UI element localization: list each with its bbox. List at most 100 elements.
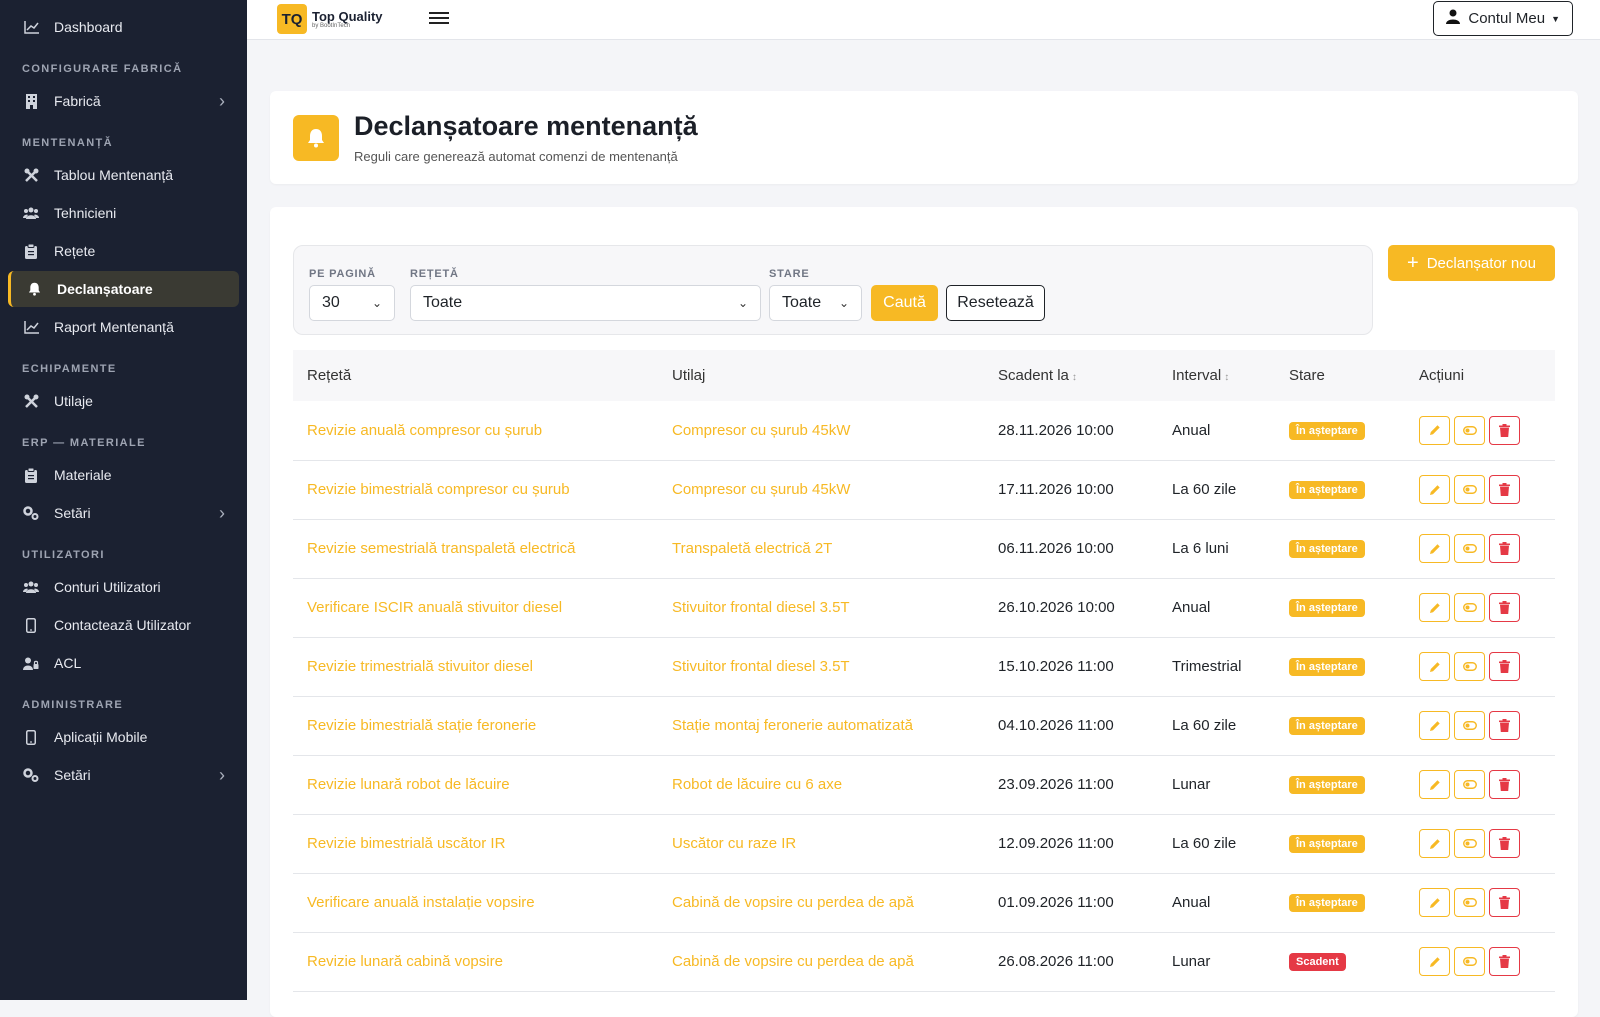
equipment-link[interactable]: Cabină de vopsire cu perdea de apă — [658, 873, 984, 932]
equipment-link[interactable]: Compresor cu șurub 45kW — [658, 401, 984, 460]
toggle-button[interactable] — [1454, 770, 1485, 799]
status-cell: În așteptare — [1275, 401, 1405, 460]
equipment-link[interactable]: Robot de lăcuire cu 6 axe — [658, 755, 984, 814]
toggle-button[interactable] — [1454, 947, 1485, 976]
edit-button[interactable] — [1419, 829, 1450, 858]
sidebar-section-heading: ECHIPAMENTE — [22, 363, 117, 375]
edit-button[interactable] — [1419, 711, 1450, 740]
sidebar-section-heading: UTILIZATORI — [22, 549, 105, 561]
tools-icon — [22, 168, 40, 183]
toggle-button[interactable] — [1454, 711, 1485, 740]
sidebar-item-acl[interactable]: ACL — [8, 645, 239, 681]
status-badge: În așteptare — [1289, 717, 1365, 735]
column-header[interactable]: Scadent la ↕ — [984, 350, 1158, 401]
sidebar-item-materiale[interactable]: Materiale — [8, 457, 239, 493]
recipe-filter-select[interactable]: Toate ⌄ — [410, 285, 761, 321]
toggle-button[interactable] — [1454, 652, 1485, 681]
recipe-link[interactable]: Revizie bimestrială compresor cu șurub — [293, 460, 658, 519]
status-cell: În așteptare — [1275, 873, 1405, 932]
recipe-link[interactable]: Revizie lunară robot de lăcuire — [293, 755, 658, 814]
equipment-link[interactable]: Stivuitor frontal diesel 3.5T — [658, 637, 984, 696]
column-header[interactable]: Interval ↕ — [1158, 350, 1275, 401]
logo-mark: TQ — [277, 4, 307, 34]
toggle-button[interactable] — [1454, 534, 1485, 563]
delete-button[interactable] — [1489, 711, 1520, 740]
sidebar-item-utilaje[interactable]: Utilaje — [8, 383, 239, 419]
delete-button[interactable] — [1489, 475, 1520, 504]
delete-button[interactable] — [1489, 534, 1520, 563]
delete-button[interactable] — [1489, 770, 1520, 799]
edit-button[interactable] — [1419, 770, 1450, 799]
column-header: Utilaj — [658, 350, 984, 401]
recipe-link[interactable]: Revizie bimestrială stație feronerie — [293, 696, 658, 755]
sidebar-item-contacteaza-utilizator[interactable]: Contactează Utilizator — [8, 607, 239, 643]
account-menu-button[interactable]: Contul Meu ▼ — [1433, 1, 1573, 36]
recipe-link[interactable]: Revizie anuală compresor cu șurub — [293, 401, 658, 460]
state-filter-select[interactable]: Toate ⌄ — [769, 285, 862, 321]
equipment-link[interactable]: Compresor cu șurub 45kW — [658, 460, 984, 519]
delete-button[interactable] — [1489, 829, 1520, 858]
sidebar-item-setari[interactable]: Setări › — [8, 757, 239, 793]
chevron-right-icon: › — [219, 90, 225, 111]
recipe-link[interactable]: Revizie trimestrială stivuitor diesel — [293, 637, 658, 696]
app-logo[interactable]: TQ Top Quality by BootInTech — [277, 4, 383, 34]
recipe-link[interactable]: Revizie lunară cabină vopsire — [293, 932, 658, 991]
equipment-link[interactable]: Cabină de vopsire cu perdea de apă — [658, 932, 984, 991]
equipment-link[interactable]: Stație montaj feronerie automatizată — [658, 696, 984, 755]
sidebar-item-fabrica[interactable]: Fabrică › — [8, 83, 239, 119]
sidebar-item-aplicatii-mobile[interactable]: Aplicații Mobile — [8, 719, 239, 755]
delete-button[interactable] — [1489, 947, 1520, 976]
sidebar-item-label: Setări — [54, 505, 91, 521]
delete-button[interactable] — [1489, 593, 1520, 622]
toggle-button[interactable] — [1454, 475, 1485, 504]
chart-line-icon — [22, 20, 40, 34]
delete-button[interactable] — [1489, 415, 1520, 445]
actions-cell — [1405, 873, 1555, 932]
edit-button[interactable] — [1419, 888, 1450, 917]
edit-button[interactable] — [1419, 475, 1450, 504]
hamburger-menu-icon[interactable] — [429, 9, 449, 29]
users-icon — [22, 207, 40, 219]
equipment-link[interactable]: Stivuitor frontal diesel 3.5T — [658, 578, 984, 637]
per-page-select[interactable]: 30 ⌄ — [309, 285, 395, 321]
new-trigger-button[interactable]: + Declanșator nou — [1388, 245, 1555, 281]
toggle-button[interactable] — [1454, 593, 1485, 622]
equipment-link[interactable]: Transpaletă electrică 2T — [658, 519, 984, 578]
delete-button[interactable] — [1489, 652, 1520, 681]
edit-button[interactable] — [1419, 593, 1450, 622]
recipe-link[interactable]: Verificare ISCIR anuală stivuitor diesel — [293, 578, 658, 637]
table-row: Revizie anuală compresor cu șurub Compres… — [293, 401, 1555, 460]
toggle-button[interactable] — [1454, 415, 1485, 445]
sidebar-item-declansatoare[interactable]: Declanșatoare — [8, 271, 239, 307]
sidebar-item-tablou-mentenanta[interactable]: Tablou Mentenanță — [8, 157, 239, 193]
sidebar-item-retete[interactable]: Rețete — [8, 233, 239, 269]
edit-button[interactable] — [1419, 415, 1450, 445]
chart-line-icon — [22, 320, 40, 334]
edit-button[interactable] — [1419, 652, 1450, 681]
due-date-cell: 28.11.2026 10:00 — [998, 421, 1114, 439]
recipe-link[interactable]: Revizie bimestrială uscător IR — [293, 814, 658, 873]
reset-button[interactable]: Resetează — [946, 285, 1045, 321]
sidebar-item-dashboard[interactable]: Dashboard — [8, 9, 239, 45]
clipboard-icon — [22, 243, 40, 259]
toggle-icon — [1462, 485, 1477, 494]
topbar: TQ Top Quality by BootInTech Contul Meu … — [247, 0, 1600, 40]
sidebar-section-heading: CONFIGURARE FABRICĂ — [22, 63, 183, 75]
chevron-down-icon: ⌄ — [838, 296, 849, 310]
sidebar-item-setari[interactable]: Setări › — [8, 495, 239, 531]
edit-button[interactable] — [1419, 534, 1450, 563]
delete-button[interactable] — [1489, 888, 1520, 917]
toggle-button[interactable] — [1454, 829, 1485, 858]
recipe-link[interactable]: Verificare anuală instalație vopsire — [293, 873, 658, 932]
search-button[interactable]: Caută — [871, 285, 938, 321]
toggle-button[interactable] — [1454, 888, 1485, 917]
sidebar-item-raport-mentenanta[interactable]: Raport Mentenanță — [8, 309, 239, 345]
trash-icon — [1499, 423, 1510, 437]
edit-button[interactable] — [1419, 947, 1450, 976]
sidebar-item-conturi-utilizatori[interactable]: Conturi Utilizatori — [8, 569, 239, 605]
logo-title: Top Quality — [312, 8, 383, 24]
equipment-link[interactable]: Uscător cu raze IR — [658, 814, 984, 873]
sidebar-item-label: Declanșatoare — [57, 281, 153, 297]
sidebar-item-tehnicieni[interactable]: Tehnicieni — [8, 195, 239, 231]
recipe-link[interactable]: Revizie semestrială transpaletă electric… — [293, 519, 658, 578]
